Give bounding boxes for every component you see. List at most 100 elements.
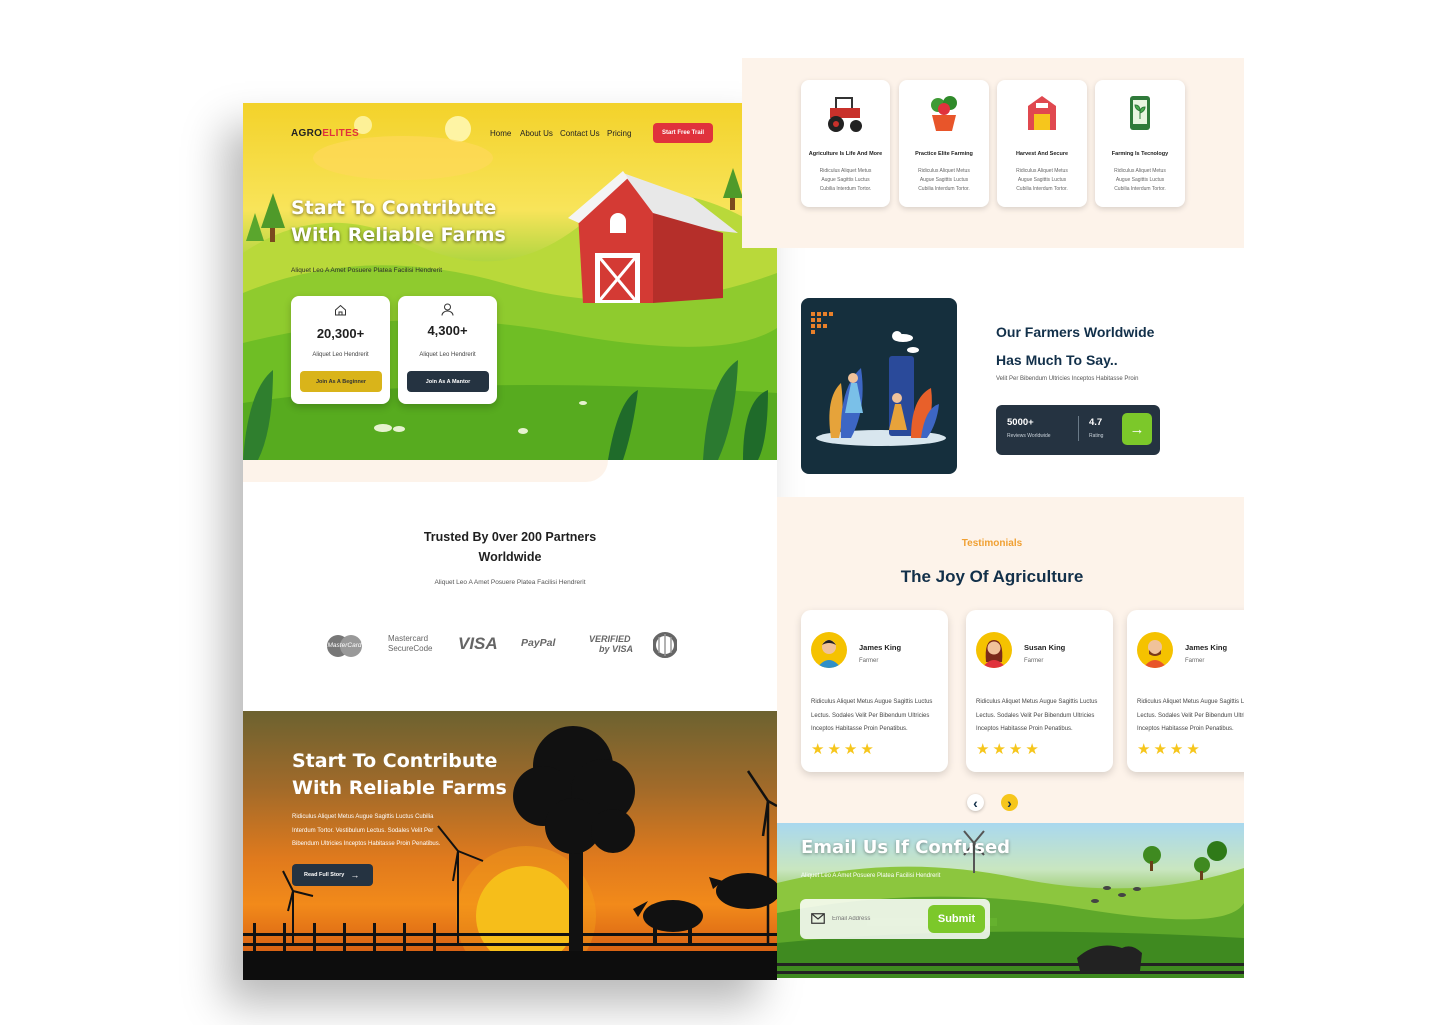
story-text: Ridiculus Aliquet Metus Augue Sagittis L… [292,811,440,852]
brand-logo-part1: AGRO [291,128,323,139]
feature-title: Farming Is Tecnology [1111,151,1169,157]
feature-title: Practice Elite Farming [915,151,973,157]
testimonials-section: Testimonials The Joy Of Agriculture Jame… [777,497,1244,824]
nav-link-about[interactable]: About Us [520,129,553,138]
paypal-logo: PayPal [521,637,556,649]
feature-text: Ridiculus Aliquet Metus Augue Sagittis L… [801,167,890,194]
feature-text-line: Augue Sagittis Luctus [1115,177,1165,183]
farmers-title-line2: Has Much To Say.. [996,352,1118,368]
reviews-value: 5000+ [1007,417,1034,428]
nav-link-home[interactable]: Home [490,129,511,138]
barn-icon [1028,96,1056,130]
rating-value: 4.7 [1089,417,1103,428]
feature-text: Ridiculus Aliquet Metus Augue Sagittis L… [899,167,989,194]
nav-link-pricing[interactable]: Pricing [607,129,631,138]
feature-text-line: Augue Sagittis Luctus [919,177,969,183]
stat-label: Aliquet Leo Hendrerit [419,352,476,358]
email-input[interactable] [832,911,922,927]
reviews-label: Reviews Worldwide [1007,433,1051,439]
farmers-title: Our Farmers Worldwide Has Much To Say.. [996,318,1154,374]
testimonial-name: Susan King [1024,643,1066,652]
story-title-line1: Start To Contribute [292,750,498,772]
stat-card-mentors: 4,300+ Aliquet Leo Hendrerit Join As A M… [398,296,497,404]
join-mentor-button[interactable]: Join As A Mantor [407,371,489,392]
testimonial-role: Farmer [1185,658,1205,664]
mail-icon [811,913,825,924]
feature-text-line: Cubilia Interdum Tortor. [1016,186,1068,192]
farmers-illustration [801,298,957,474]
story-section: Start To Contribute With Reliable Farms … [243,711,777,980]
testimonial-card: Susan King Farmer Ridiculus Aliquet Metu… [966,610,1113,772]
story-text-line3: Bibendum Ultricies Inceptos Habitasse Pr… [292,841,441,847]
home-icon [335,304,346,316]
verified-line2: by VISA [599,644,634,654]
arrow-right-button[interactable]: → [1122,413,1152,445]
feature-title: Harvest And Secure [1015,151,1069,157]
feature-card-harvest[interactable]: Harvest And Secure Ridiculus Aliquet Met… [997,80,1087,207]
story-text-line2: Interdum Tortor. Vestibulum Lectus. Soda… [292,827,434,834]
join-beginner-button[interactable]: Join As A Beginner [300,371,382,392]
feature-text: Ridiculus Aliquet Metus Augue Sagittis L… [997,167,1087,194]
carousel-next-button[interactable]: › [1001,794,1018,811]
plant-pot-icon [931,96,957,131]
mastercard-securecode-logo: Mastercard SecureCode [388,634,432,654]
landing-page-left: AGROELITES Home About Us Contact Us Pric… [243,103,777,980]
verified-line1: VERIFIED [589,634,631,644]
testimonial-text-line3: Inceptos Habitasse Proin Penatibus. [811,726,908,732]
testimonial-text-line3: Inceptos Habitasse Proin Penatibus. [1137,726,1234,732]
partners-title-line2: Worldwide [478,550,542,564]
star-rating: ★★★★ [811,741,877,758]
read-full-story-label: Read Full Story [304,872,345,878]
hero-title-line2: With Reliable Farms [291,224,506,246]
mastercard-logo-text: MasterCard [327,642,362,649]
hero-illustration [243,116,777,460]
nav-link-contact[interactable]: Contact Us [560,129,600,138]
testimonial-text-line1: Ridiculus Aliquet Metus Augue Sagittis L… [1137,699,1244,705]
feature-title: Agriculture Is Life And More [808,151,883,157]
feature-card-agriculture[interactable]: Agriculture Is Life And More Ridiculus A… [801,80,890,207]
rating-label: Rating [1089,433,1104,439]
email-title: Email Us If Confused [801,837,1011,858]
testimonial-text-line3: Inceptos Habitasse Proin Penatibus. [976,726,1073,732]
farmers-stats-bar: 5000+ Reviews Worldwide 4.7 Rating → [996,405,1160,455]
read-full-story-button[interactable]: Read Full Story → [292,864,373,886]
email-form: Submit [800,899,990,939]
testimonial-name: James King [1185,643,1228,652]
partners-title-line1: Trusted By 0ver 200 Partners [423,530,597,544]
feature-text-line: Augue Sagittis Luctus [821,177,870,183]
hero-title-line1: Start To Contribute [291,197,497,219]
mastercard-logo: MasterCard [327,631,362,661]
feature-text-line: Ridiculus Aliquet Metus [1114,168,1166,174]
testimonials-eyebrow: Testimonials [961,538,1023,549]
hero-section: AGROELITES Home About Us Contact Us Pric… [243,103,777,460]
tractor-icon [828,97,862,132]
farmers-subtitle: Velit Per Bibendum Ultricies Inceptos Ha… [996,376,1139,382]
smartphone-plant-icon [1130,96,1150,130]
stat-card-beginners: 20,300+ Aliquet Leo Hendrerit Join As A … [291,296,390,404]
feature-text-line: Cubilia Interdum Tortor. [918,186,970,192]
testimonial-text-line1: Ridiculus Aliquet Metus Augue Sagittis L… [976,699,1098,705]
submit-button[interactable]: Submit [928,905,985,933]
feature-text-line: Augue Sagittis Luctus [1017,177,1067,183]
securecode-line2: SecureCode [388,644,433,653]
arrow-right-icon: → [1129,420,1145,438]
verified-by-visa-logo: VERIFIED by VISA [589,634,633,654]
webmoney-logo-icon [653,632,677,658]
feature-text-line: Cubilia Interdum Tortor. [1114,186,1166,192]
feature-text-line: Ridiculus Aliquet Metus [1016,168,1068,174]
avatar [1137,632,1173,668]
stats-divider [1078,416,1079,441]
testimonial-card: James King Farmer Ridiculus Aliquet Metu… [1127,610,1244,772]
visa-logo: VISA [458,634,498,653]
chevron-left-icon: ‹ [973,794,978,811]
feature-card-elite-farming[interactable]: Practice Elite Farming Ridiculus Aliquet… [899,80,989,207]
start-free-trial-button[interactable]: Start Free Trail [653,123,713,143]
testimonial-name: James King [859,643,902,652]
feature-text: Ridiculus Aliquet Metus Augue Sagittis L… [1095,167,1185,194]
feature-text-line: Cubilia Interdum Tortor. [819,186,872,192]
feature-card-technology[interactable]: Farming Is Tecnology Ridiculus Aliquet M… [1095,80,1185,207]
brand-logo[interactable]: AGROELITES [291,128,359,139]
carousel-prev-button[interactable]: ‹ [967,794,984,811]
hero-subtitle: Aliquet Leo A Amet Posuere Platea Facili… [291,267,443,274]
testimonial-text-line1: Ridiculus Aliquet Metus Augue Sagittis L… [811,699,933,705]
